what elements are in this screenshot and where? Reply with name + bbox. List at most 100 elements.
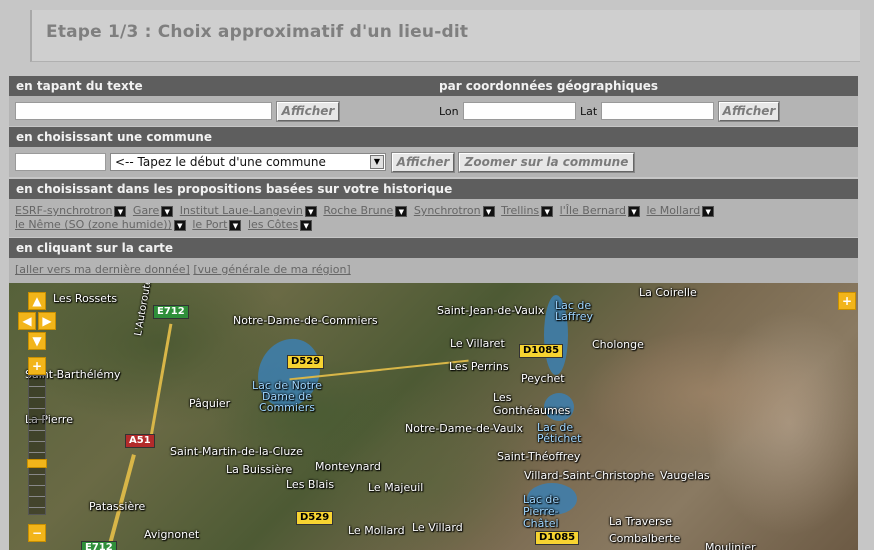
history-item-link[interactable]: Roche Brune: [323, 204, 393, 217]
page-title: Etape 1/3 : Choix approximatif d'un lieu…: [46, 22, 469, 42]
pan-up-button[interactable]: ▲: [28, 292, 46, 310]
expand-map-button[interactable]: +: [838, 292, 856, 310]
history-list: ESRF-synchrotron ▼ Gare ▼ Institut Laue-La…: [15, 204, 855, 232]
dropdown-arrow-icon[interactable]: ▼: [482, 205, 495, 217]
dropdown-arrow-icon[interactable]: ▼: [541, 205, 554, 217]
last-record-link[interactable]: [aller vers ma dernière donnée]: [15, 263, 190, 276]
history-item-link[interactable]: le Port: [192, 218, 227, 231]
history-item-link[interactable]: ESRF-synchrotron: [15, 204, 112, 217]
place-label: La Buissière: [226, 463, 293, 476]
place-label: Peychet: [521, 372, 565, 385]
road-shield: A51: [125, 434, 155, 448]
road-shield: D529: [287, 355, 325, 369]
history-item[interactable]: Trellins ▼: [501, 204, 554, 218]
map-heading: en cliquant sur la carte: [16, 241, 174, 255]
place-label: Pâquier: [189, 397, 231, 410]
lat-label: Lat: [580, 105, 598, 118]
lon-label: Lon: [439, 105, 459, 118]
zoom-in-button[interactable]: +: [28, 357, 46, 375]
place-label: Les Rossets: [53, 292, 118, 305]
place-label: Vaugelas: [660, 469, 710, 482]
place-label: Le Mollard: [348, 524, 405, 537]
dropdown-arrow-icon[interactable]: ▼: [395, 205, 408, 217]
commune-zoom-button[interactable]: Zoomer sur la commune: [458, 152, 635, 173]
history-item[interactable]: Synchrotron ▼: [414, 204, 495, 218]
place-label: Le Majeuil: [368, 481, 424, 494]
dropdown-arrow-icon[interactable]: ▼: [702, 205, 715, 217]
history-item[interactable]: ESRF-synchrotron ▼: [15, 204, 127, 218]
lake-label: Lac de Laffrey: [555, 299, 594, 323]
history-item[interactable]: Gare ▼: [133, 204, 174, 218]
history-item[interactable]: le Nême (SO (zone humide)) ▼: [15, 218, 186, 232]
lat-input[interactable]: [601, 102, 714, 120]
dropdown-arrow-icon[interactable]: ▼: [627, 205, 640, 217]
road-shield: D1085: [535, 531, 580, 545]
place-label: Le Villard: [412, 521, 463, 534]
place-label: La Coirelle: [639, 286, 697, 299]
zoom-slider-handle[interactable]: [27, 459, 47, 468]
map-links: [aller vers ma dernière donnée] [vue gén…: [15, 263, 351, 276]
commune-heading: en choisissant une commune: [16, 130, 212, 144]
text-search-button[interactable]: Afficher: [276, 101, 340, 122]
chevron-down-icon: ▼: [370, 155, 384, 169]
dropdown-arrow-icon[interactable]: ▼: [161, 205, 174, 217]
zoom-out-button[interactable]: −: [28, 524, 46, 542]
history-item-link[interactable]: le Nême (SO (zone humide)): [15, 218, 172, 231]
history-item[interactable]: le Mollard ▼: [646, 204, 715, 218]
place-label: La Traverse: [609, 515, 673, 528]
dropdown-arrow-icon[interactable]: ▼: [114, 205, 127, 217]
history-panel: ESRF-synchrotron ▼ Gare ▼ Institut Laue-La…: [9, 199, 858, 237]
dropdown-arrow-icon[interactable]: ▼: [229, 219, 242, 231]
motorway-line: [148, 323, 173, 443]
history-item-link[interactable]: les Côtes: [248, 218, 298, 231]
map-links-panel: [aller vers ma dernière donnée] [vue gén…: [9, 258, 858, 283]
pan-left-button[interactable]: ◀: [18, 312, 36, 330]
history-item[interactable]: les Côtes ▼: [248, 218, 313, 232]
history-item-link[interactable]: Trellins: [501, 204, 539, 217]
history-item-link[interactable]: l'Île Bernard: [560, 204, 626, 217]
text-search-input[interactable]: [15, 102, 272, 120]
road-shield: D1085: [519, 344, 564, 358]
pan-right-button[interactable]: ▶: [38, 312, 56, 330]
section-header-map: en cliquant sur la carte: [9, 238, 858, 258]
history-item-link[interactable]: le Mollard: [646, 204, 700, 217]
satellite-map[interactable]: Les Rossets Notre-Dame-de-Commiers Saint…: [9, 283, 858, 550]
history-item[interactable]: l'Île Bernard ▼: [560, 204, 640, 218]
history-item-link[interactable]: Institut Laue-Langevin: [180, 204, 303, 217]
commune-select-value: <-- Tapez le début d'une commune: [115, 155, 326, 169]
search-panel: Afficher Lon Lat Afficher: [9, 96, 858, 126]
place-label: Les Perrins: [449, 360, 509, 373]
place-label: Notre-Dame-de-Commiers: [233, 314, 378, 327]
coords-heading: par coordonnées géographiques: [439, 79, 659, 93]
history-item-link[interactable]: Gare: [133, 204, 159, 217]
place-label: Patassière: [89, 500, 146, 513]
place-label: Combalberte: [609, 532, 681, 545]
page-header: Etape 1/3 : Choix approximatif d'un lieu…: [30, 10, 860, 62]
history-item[interactable]: Institut Laue-Langevin ▼: [180, 204, 317, 218]
lake-label: Lac de Notre Dame de Commiers: [252, 379, 322, 414]
lake-label: Lac de Pierre-Châtel: [523, 493, 560, 530]
region-overview-link[interactable]: [vue générale de ma région]: [193, 263, 350, 276]
place-label: Moulinier: [705, 541, 756, 550]
history-item[interactable]: le Port ▼: [192, 218, 242, 232]
place-label: Avignonet: [144, 528, 200, 541]
pan-down-button[interactable]: ▼: [28, 332, 46, 350]
place-label: Cholonge: [592, 338, 644, 351]
dropdown-arrow-icon[interactable]: ▼: [304, 205, 317, 217]
place-label: Notre-Dame-de-Vaulx: [405, 422, 523, 435]
history-item[interactable]: Roche Brune ▼: [323, 204, 408, 218]
dropdown-arrow-icon[interactable]: ▼: [300, 219, 313, 231]
dropdown-arrow-icon[interactable]: ▼: [173, 219, 186, 231]
coords-button[interactable]: Afficher: [718, 101, 780, 122]
commune-panel: <-- Tapez le début d'une commune ▼ Affic…: [9, 147, 858, 177]
zoom-slider-track[interactable]: [28, 375, 46, 515]
place-label: Saint-Théoffrey: [497, 450, 581, 463]
lon-input[interactable]: [463, 102, 576, 120]
place-label: Villard-Saint-Christophe: [524, 469, 655, 482]
commune-select[interactable]: <-- Tapez le début d'une commune ▼: [110, 153, 386, 171]
commune-input[interactable]: [15, 153, 106, 171]
place-label: Saint-Martin-de-la-Cluze: [170, 445, 303, 458]
history-item-link[interactable]: Synchrotron: [414, 204, 481, 217]
section-header-history: en choisissant dans les propositions bas…: [9, 179, 858, 199]
commune-show-button[interactable]: Afficher: [391, 152, 455, 173]
